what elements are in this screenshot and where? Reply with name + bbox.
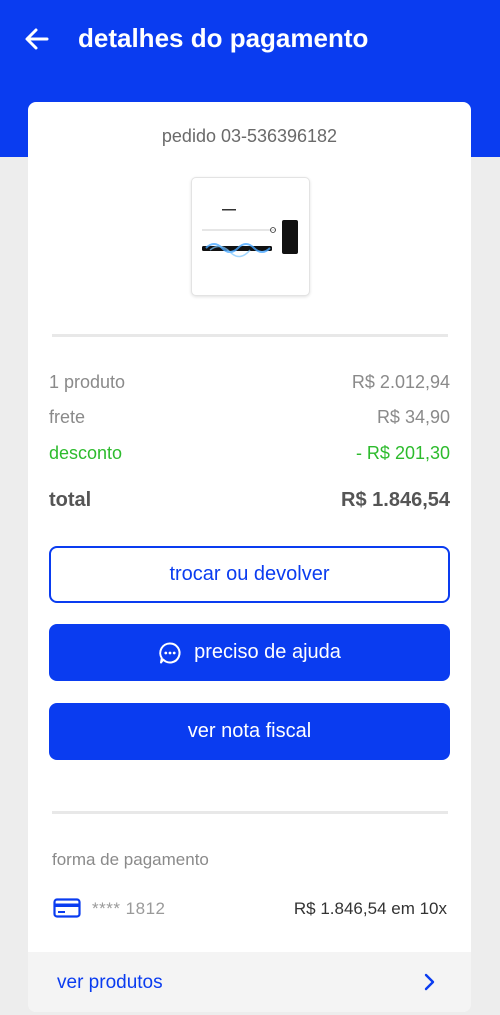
payment-amount: R$ 1.846,54 em 10x [293, 899, 447, 918]
discount-value: - R$ 201,30 [355, 443, 450, 463]
divider [52, 811, 448, 814]
divider [52, 334, 448, 337]
chevron-right-icon [423, 972, 435, 997]
shipping-label: frete [49, 407, 86, 427]
credit-card-icon [53, 898, 81, 923]
product-image [202, 209, 298, 258]
total-label: total [49, 489, 92, 511]
chat-bubble-icon [158, 641, 182, 665]
discount-label: desconto [49, 443, 123, 463]
masked-card-number: **** 1812 [92, 899, 166, 918]
items-label: 1 produto [49, 372, 126, 392]
exchange-return-button[interactable]: trocar ou devolver [49, 546, 450, 603]
summary-row-total: total R$ 1.846,54 [49, 489, 450, 512]
shipping-value: R$ 34,90 [376, 407, 450, 427]
summary-row-discount: desconto - R$ 201,30 [49, 443, 450, 464]
summary-row-shipping: frete R$ 34,90 [49, 407, 450, 428]
payment-method-label: forma de pagamento [52, 850, 209, 869]
summary-row-items: 1 produto R$ 2.012,94 [49, 372, 450, 393]
order-id: pedido 03-536396182 [161, 126, 338, 146]
view-invoice-button[interactable]: ver nota fiscal [49, 703, 450, 760]
page-title: detalhes do pagamento [78, 23, 369, 53]
product-thumbnail[interactable] [191, 177, 310, 296]
help-button[interactable]: preciso de ajuda [49, 624, 450, 681]
view-products-link[interactable]: ver produtos [28, 952, 471, 1012]
payment-details-card: pedido 03-536396182 1 produto R$ 2.012,9… [28, 102, 471, 1012]
arrow-left-icon [25, 28, 49, 50]
help-label: preciso de ajuda [194, 641, 341, 663]
view-products-label: ver produtos [57, 972, 163, 993]
view-invoice-label: ver nota fiscal [187, 720, 312, 742]
exchange-return-label: trocar ou devolver [169, 563, 330, 585]
total-value: R$ 1.846,54 [341, 489, 450, 511]
items-value: R$ 2.012,94 [351, 372, 450, 392]
back-button[interactable] [22, 24, 52, 54]
